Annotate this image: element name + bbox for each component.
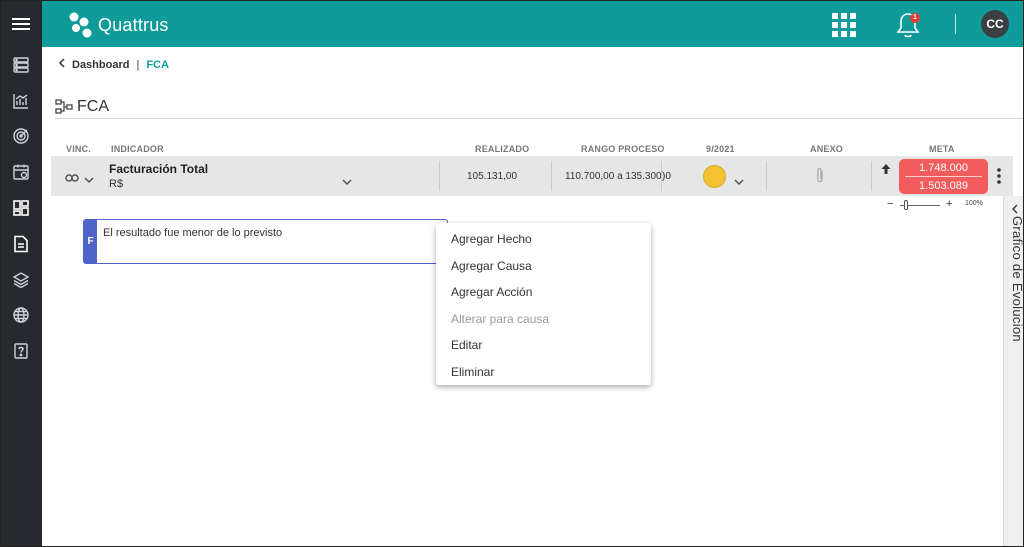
help-icon[interactable] (9, 339, 33, 363)
menu-item-alterar-para-causa: Alterar para causa (451, 312, 550, 326)
menu-icon[interactable] (9, 12, 33, 36)
fact-tag: F (84, 220, 97, 263)
vinc-chevron-down-icon[interactable] (84, 171, 94, 189)
realizado-value: 105.131,00 (467, 171, 518, 182)
menu-item-agregar-hecho[interactable]: Agregar Hecho (451, 232, 532, 246)
status-chevron-down-icon[interactable] (734, 173, 744, 191)
meta-top-value: 1.748.000 (919, 162, 968, 174)
back-chevron-icon[interactable] (58, 58, 66, 71)
context-menu: Agregar Hecho Agregar Causa Agregar Acci… (436, 223, 651, 385)
evolution-chart-panel-toggle[interactable]: Grafico de Evolucion (1003, 196, 1024, 546)
indicator-name[interactable]: Facturación Total (109, 162, 208, 176)
menu-item-editar[interactable]: Editar (451, 338, 482, 352)
zoom-in-button[interactable]: + (946, 198, 952, 210)
globe-icon[interactable] (9, 303, 33, 327)
zoom-control: − + 100% (885, 198, 990, 211)
attachment-clip-icon[interactable] (815, 167, 825, 190)
header-anexo: ANEXO (810, 144, 844, 154)
breadcrumb-dashboard-link[interactable]: Dashboard (72, 59, 129, 71)
fact-text: El resultado fue menor de lo previsto (103, 227, 283, 239)
cell-divider (766, 161, 767, 191)
link-icon[interactable] (65, 170, 79, 188)
header-vinc: VINC. (66, 144, 92, 154)
chart-icon[interactable] (9, 89, 33, 113)
indicator-unit: R$ (109, 178, 124, 190)
layers-icon[interactable] (9, 268, 33, 292)
user-avatar[interactable]: CC (981, 10, 1009, 38)
breadcrumb-current: FCA (146, 58, 169, 71)
cell-divider (871, 161, 872, 191)
fact-card[interactable]: F El resultado fue menor de lo previsto (83, 219, 448, 264)
meta-box[interactable]: 1.748.000 1.503.089 (899, 159, 988, 194)
menu-item-eliminar[interactable]: Eliminar (451, 365, 494, 379)
dashboard-icon[interactable] (9, 196, 33, 220)
header-realizado: REALIZADO (475, 144, 530, 154)
evolution-panel-label: Grafico de Evolucion (1010, 216, 1024, 342)
breadcrumb-separator: | (136, 58, 140, 71)
top-bar: Quattrus 1 CC (42, 1, 1023, 47)
meta-bottom-value: 1.503.089 (919, 180, 968, 192)
calendar-icon[interactable] (9, 160, 33, 184)
notifications-bell-icon[interactable]: 1 (894, 10, 922, 40)
cell-divider (439, 161, 440, 191)
document-icon[interactable] (9, 232, 33, 256)
app-logo[interactable]: Quattrus (68, 11, 169, 39)
title-divider (55, 118, 1023, 119)
quattrus-logo-icon (69, 12, 92, 38)
more-options-icon[interactable] (994, 166, 1004, 186)
target-icon[interactable] (9, 124, 33, 148)
header-indicador: INDICADOR (111, 144, 164, 154)
menu-item-agregar-accion[interactable]: Agregar Acción (451, 285, 532, 299)
meta-divider (905, 176, 982, 177)
page-title-text: FCA (77, 98, 109, 115)
apps-grid-icon[interactable] (831, 12, 857, 38)
header-meta: META (929, 144, 955, 154)
notification-badge: 1 (910, 13, 920, 23)
list-icon[interactable] (9, 53, 33, 77)
header-period: 9/2021 (706, 144, 735, 154)
app-window: Quattrus 1 CC Dashboard | FCA FCA VINC. … (0, 0, 1024, 547)
fca-diagram-icon (55, 99, 73, 114)
zoom-percent: 100% (965, 200, 983, 207)
table-row[interactable]: Facturación Total R$ 105.131,00 110.700,… (51, 156, 1013, 196)
app-name: Quattrus (98, 14, 169, 35)
zoom-slider-handle[interactable] (904, 200, 908, 210)
menu-item-agregar-causa[interactable]: Agregar Causa (451, 259, 532, 273)
cell-divider (551, 161, 552, 191)
topbar-divider (955, 14, 956, 34)
breadcrumb: Dashboard | FCA (58, 58, 169, 71)
cell-divider (661, 161, 662, 191)
indicator-chevron-down-icon[interactable] (342, 173, 352, 191)
zoom-out-button[interactable]: − (887, 198, 893, 210)
page-title: FCA (55, 98, 109, 116)
arrow-up-icon (880, 162, 892, 180)
status-indicator[interactable] (703, 165, 726, 188)
header-rango-proceso: RANGO PROCESO (581, 144, 665, 154)
sidebar (1, 1, 42, 546)
rango-value: 110.700,00 a 135.300 (565, 171, 662, 182)
rango-overflow-text: )0 (662, 171, 671, 182)
